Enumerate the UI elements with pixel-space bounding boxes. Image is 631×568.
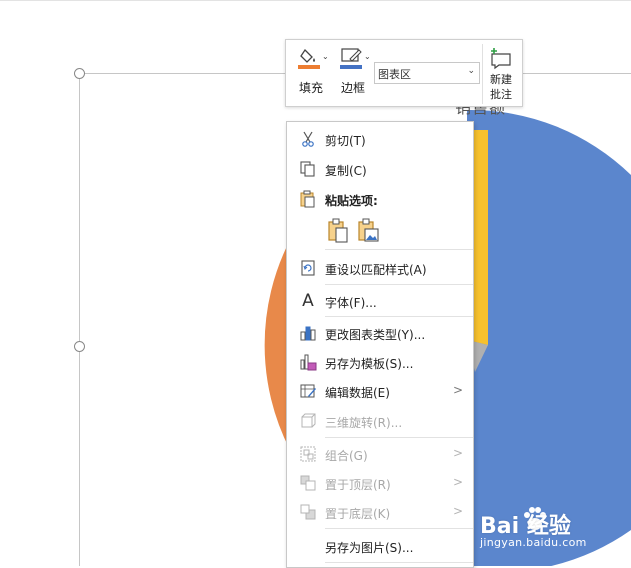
menu-item-label: 重设以匹配样式(A) (325, 263, 427, 277)
watermark-url: jingyan.baidu.com (480, 536, 587, 549)
menu-item-label: 组合(G) (325, 449, 368, 463)
menu-separator (325, 562, 473, 563)
paste-keep-formatting-icon[interactable] (327, 218, 349, 244)
group-icon (300, 446, 316, 462)
menu-item-copy[interactable]: 复制(C) (287, 155, 473, 183)
resize-handle-top-left[interactable] (74, 68, 85, 79)
menu-item-reset-style[interactable]: 重设以匹配样式(A) (287, 254, 473, 282)
menu-item-paste-options: 粘贴选项: (287, 185, 473, 213)
menu-item-change-chart-type[interactable]: 更改图表类型(Y)... (287, 319, 473, 347)
baidu-watermark: Bai 经验 jingyan.baidu.com (480, 507, 630, 558)
menu-item-label: 置于底层(K) (325, 507, 391, 521)
menu-item-3d-rotation: 三维旋转(R)... (287, 407, 473, 435)
copy-icon (300, 161, 315, 177)
menu-item-group: 组合(G) > (287, 440, 473, 468)
menu-item-label: 另存为图片(S)... (325, 541, 414, 555)
submenu-arrow-icon: > (453, 504, 464, 518)
menu-item-label: 剪切(T) (325, 134, 366, 148)
menu-separator (325, 437, 473, 438)
menu-item-label: 另存为模板(S)... (325, 357, 414, 371)
submenu-arrow-icon: > (453, 446, 464, 460)
scissors-icon (302, 131, 314, 147)
menu-item-save-as-picture[interactable]: 另存为图片(S)... (287, 532, 473, 560)
menu-separator (325, 528, 473, 529)
reset-style-icon (301, 260, 315, 276)
edit-data-icon (300, 384, 316, 398)
menu-item-font[interactable]: A 字体(F)... (287, 287, 473, 315)
menu-item-label: 更改图表类型(Y)... (325, 328, 426, 342)
paste-as-picture-icon[interactable] (357, 218, 379, 244)
new-comment-button[interactable]: 新建 批注 (482, 44, 519, 104)
context-menu: 剪切(T) 复制(C) 粘贴选项: 重设以匹配样式(A) A 字体(F)... … (286, 121, 474, 568)
resize-handle-middle-left[interactable] (74, 341, 85, 352)
menu-item-cut[interactable]: 剪切(T) (287, 125, 473, 153)
border-button[interactable]: ⌄ 边框 (336, 44, 371, 100)
menu-item-label: 复制(C) (325, 164, 367, 178)
paste-icon (300, 190, 315, 208)
menu-item-label: 置于顶层(R) (325, 478, 391, 492)
send-back-icon (300, 504, 316, 520)
chevron-down-icon[interactable]: ⌄ (364, 52, 371, 61)
menu-item-save-template[interactable]: 另存为模板(S)... (287, 348, 473, 376)
border-label: 边框 (340, 81, 365, 95)
chart-type-icon (300, 326, 316, 341)
chevron-down-icon[interactable]: ⌄ (322, 52, 329, 61)
menu-item-label: 编辑数据(E) (325, 386, 390, 400)
menu-item-bring-to-front: 置于顶层(R) > (287, 469, 473, 497)
paint-bucket-icon (298, 48, 320, 69)
menu-item-label: 粘贴选项: (325, 194, 378, 208)
menu-item-send-to-back: 置于底层(K) > (287, 498, 473, 526)
menu-item-label: 三维旋转(R)... (325, 416, 403, 430)
menu-separator (325, 316, 473, 317)
fill-button[interactable]: ⌄ 填充 (294, 44, 329, 100)
bring-front-icon (300, 475, 316, 491)
new-comment-label: 新建 批注 (490, 73, 512, 101)
menu-item-edit-data[interactable]: 编辑数据(E) > (287, 377, 473, 405)
pie-slice-blue[interactable] (467, 109, 631, 566)
chart-element-value: 图表区 (378, 68, 411, 81)
rotate-3d-icon (301, 413, 316, 428)
font-icon: A (302, 291, 314, 311)
menu-separator (325, 284, 473, 285)
fill-label: 填充 (298, 81, 323, 95)
save-template-icon (300, 354, 317, 371)
submenu-arrow-icon: > (453, 383, 464, 397)
mini-toolbar: ⌄ 填充 ⌄ 边框 图表区 ⌄ 新建 批注 (285, 39, 523, 107)
comment-plus-icon (491, 48, 511, 70)
pen-icon (340, 48, 362, 69)
submenu-arrow-icon: > (453, 475, 464, 489)
chart-element-select[interactable]: 图表区 ⌄ (374, 62, 480, 84)
chart-frame-left (79, 74, 80, 566)
menu-separator (325, 249, 473, 250)
menu-item-label: 字体(F)... (325, 296, 377, 310)
chevron-down-icon: ⌄ (467, 66, 475, 76)
